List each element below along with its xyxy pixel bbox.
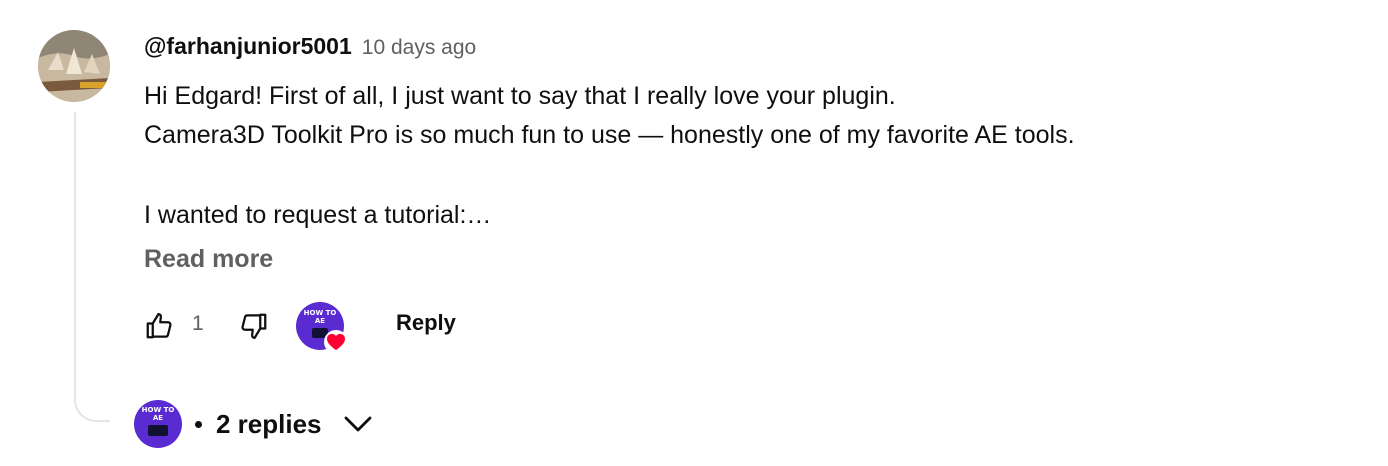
heart-icon-wrap [324, 330, 348, 354]
comment-text-line: Hi Edgard! First of all, I just want to … [144, 82, 896, 110]
separator-dot [195, 420, 202, 428]
read-more-button[interactable]: Read more [144, 245, 273, 274]
creator-logo-text: AE [314, 317, 326, 325]
comment-author[interactable]: @farhanjunior5001 [144, 33, 352, 60]
view-replies-button[interactable]: HOW TO AE 2 replies [134, 400, 374, 448]
like-button[interactable] [139, 306, 179, 346]
heart-icon [327, 333, 345, 351]
creator-logo-text: AE [152, 414, 164, 422]
chevron-down-icon [344, 416, 371, 432]
reply-thread-line [74, 112, 110, 422]
reply-button[interactable]: Reply [396, 310, 456, 336]
author-avatar[interactable] [38, 30, 110, 102]
creator-logo-text: HOW TO [303, 309, 337, 317]
author-avatar-image [38, 30, 110, 102]
dislike-button[interactable] [234, 306, 274, 346]
replies-count-label[interactable]: 2 replies [216, 409, 322, 440]
thumbs-down-icon [241, 313, 267, 339]
comment-timestamp[interactable]: 10 days ago [362, 36, 476, 60]
like-count: 1 [192, 312, 204, 335]
comment-text-line: Camera3D Toolkit Pro is so much fun to u… [144, 121, 1075, 149]
expand-replies-button[interactable] [342, 408, 374, 440]
thumbs-up-icon [146, 313, 172, 339]
comment-header: @farhanjunior5001 10 days ago [144, 33, 476, 65]
comment-text-line: I wanted to request a tutorial:… [144, 201, 492, 229]
creator-logo-box [148, 425, 168, 436]
creator-reply-avatar: HOW TO AE [134, 400, 182, 448]
creator-logo-text: HOW TO [141, 406, 175, 414]
creator-heart-badge: HOW TO AE [296, 302, 350, 356]
